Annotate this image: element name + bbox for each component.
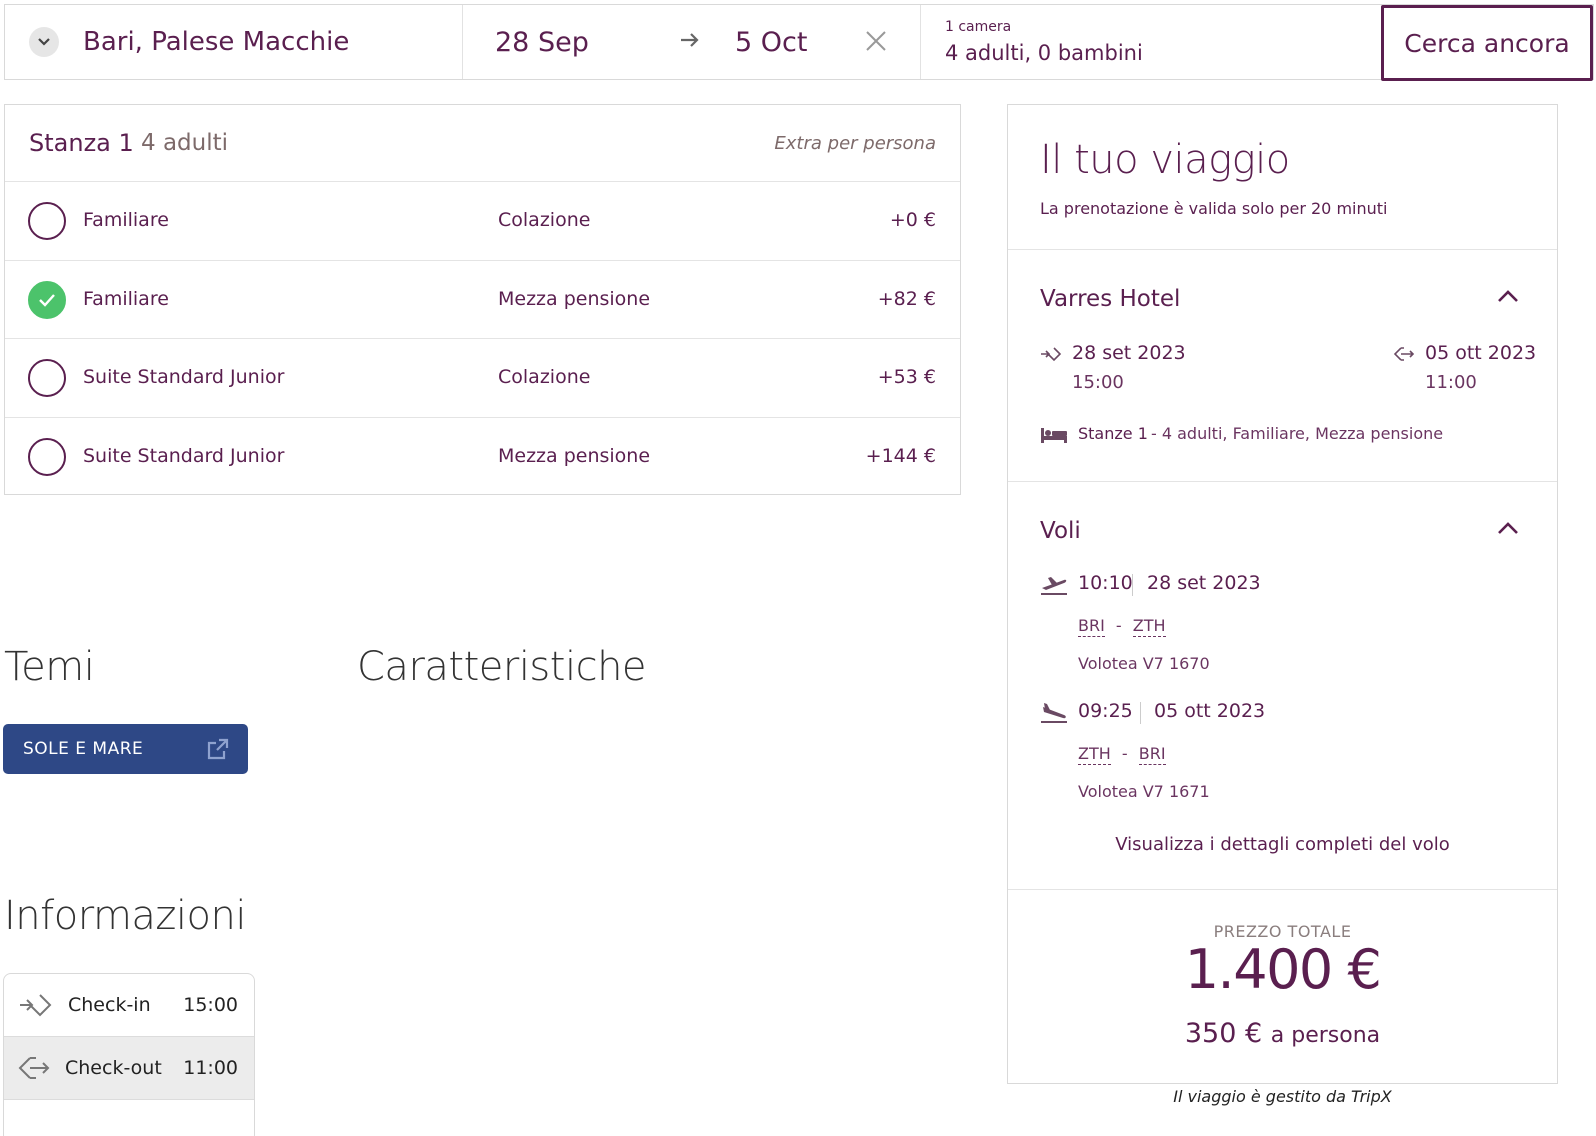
board-type: Mezza pensione	[498, 444, 651, 467]
board-type: Mezza pensione	[498, 287, 651, 310]
radio-button[interactable]	[28, 359, 66, 397]
divider	[1132, 574, 1133, 596]
plane-landing-icon	[1040, 702, 1068, 728]
hotel-name: Varres Hotel	[1040, 286, 1181, 312]
date-from[interactable]: 28 Sep	[495, 27, 665, 58]
hotel-rooms-label: Stanze 1	[1078, 424, 1148, 443]
room-occupants: 4 adulti	[141, 130, 229, 156]
airport-code-to[interactable]: ZTH	[1132, 616, 1166, 637]
per-person-amount: 350 €	[1184, 1018, 1263, 1049]
return-date: 05 ott 2023	[1154, 700, 1266, 722]
room-option[interactable]: Familiare Colazione +0 €	[5, 182, 960, 261]
theme-tag-button[interactable]: SOLE E MARE	[3, 724, 248, 774]
room-option[interactable]: Familiare Mezza pensione +82 €	[5, 261, 960, 339]
outbound-route: BRI - ZTH	[1078, 616, 1166, 637]
origin-value: Bari, Palese Macchie	[83, 27, 350, 57]
date-range-field[interactable]: 28 Sep 5 Oct	[463, 5, 921, 79]
option-price: +144 €	[865, 444, 936, 467]
room-type: Familiare	[83, 287, 169, 310]
hotel-checkin-time: 15:00	[1072, 372, 1124, 393]
search-again-button[interactable]: Cerca ancora	[1381, 5, 1593, 81]
check-icon	[39, 293, 55, 307]
return-time: 09:25	[1078, 700, 1133, 722]
chevron-up-icon[interactable]	[1497, 520, 1519, 539]
radio-button[interactable]	[28, 437, 66, 476]
room-type: Familiare	[83, 209, 169, 231]
external-link-icon	[206, 737, 230, 766]
option-price: +53 €	[877, 366, 936, 388]
room-title: Stanza 1	[29, 129, 134, 157]
checkout-icon	[18, 1055, 52, 1085]
trip-summary-panel: Il tuo viaggio La prenotazione è valida …	[1007, 104, 1558, 1084]
hotel-rooms-detail: - 4 adulti, Familiare, Mezza pensione	[1151, 424, 1444, 443]
extra-per-person-label: Extra per persona	[774, 133, 936, 154]
search-bar: Bari, Palese Macchie 28 Sep 5 Oct 1 came…	[4, 4, 1594, 81]
checkin-checkout-box: Check-in 15:00 Check-out 11:00	[3, 973, 255, 1136]
info-heading: Informazioni	[4, 893, 246, 939]
room-option[interactable]: Suite Standard Junior Colazione +53 €	[5, 339, 960, 418]
flight-details-link[interactable]: Visualizza i dettagli completi del volo	[1008, 834, 1557, 855]
rooms-count: 1 camera	[945, 19, 1012, 35]
per-person-suffix: a persona	[1270, 1023, 1381, 1048]
option-price: +0 €	[889, 209, 936, 231]
outbound-date: 28 set 2023	[1147, 572, 1261, 594]
checkin-icon	[18, 992, 52, 1022]
hotel-checkout-date: 05 ott 2023	[1425, 342, 1537, 364]
bed-icon	[1040, 426, 1068, 448]
chevron-down-icon[interactable]	[29, 27, 59, 57]
room-option[interactable]: Suite Standard Junior Mezza pensione +14…	[5, 418, 960, 497]
checkin-label: Check-in	[68, 994, 151, 1016]
booking-validity-note: La prenotazione è valida solo per 20 min…	[1040, 199, 1388, 218]
guests-count: 4 adulti, 0 bambini	[945, 41, 1143, 65]
arrow-right-icon	[679, 32, 715, 52]
price-section: PREZZO TOTALE 1.400 € 350 € a persona	[1008, 890, 1557, 1083]
room-options-panel: Stanza 1 4 adulti Extra per persona Fami…	[4, 104, 961, 495]
radio-button-selected[interactable]	[28, 280, 66, 319]
checkout-time: 11:00	[183, 1057, 238, 1079]
room-options-header: Stanza 1 4 adulti Extra per persona	[5, 105, 960, 182]
flights-heading: Voli	[1040, 518, 1081, 544]
hotel-section: Varres Hotel 28 set 2023 15:00 05 ott 20…	[1008, 250, 1557, 482]
divider	[1140, 702, 1141, 724]
return-route: ZTH - BRI	[1078, 744, 1166, 765]
checkin-time: 15:00	[183, 994, 238, 1016]
guests-field[interactable]: 1 camera 4 adulti, 0 bambini	[921, 5, 1381, 79]
managed-by-note: Il viaggio è gestito da TripX	[1173, 1087, 1392, 1106]
trip-title: Il tuo viaggio	[1040, 137, 1290, 183]
outbound-time: 10:10	[1078, 572, 1133, 594]
board-type: Colazione	[498, 209, 591, 231]
airport-code-from[interactable]: ZTH	[1078, 744, 1111, 765]
checkin-row: Check-in 15:00	[4, 974, 254, 1037]
features-heading: Caratteristiche	[357, 644, 647, 690]
hotel-checkout-time: 11:00	[1425, 372, 1477, 393]
price-per-person: 350 € a persona	[1008, 1018, 1557, 1049]
chevron-up-icon[interactable]	[1497, 288, 1519, 307]
board-type: Colazione	[498, 366, 591, 388]
theme-tag-label: SOLE E MARE	[23, 739, 144, 759]
airport-code-from[interactable]: BRI	[1078, 616, 1105, 637]
checkin-icon	[1040, 346, 1062, 366]
plane-takeoff-icon	[1040, 574, 1068, 600]
checkout-row: Check-out 11:00	[4, 1037, 254, 1100]
flights-section: Voli 10:10 28 set 2023 BRI - ZTH Volotea…	[1008, 482, 1557, 890]
checkout-label: Check-out	[65, 1057, 162, 1079]
outbound-carrier: Volotea V7 1670	[1078, 654, 1210, 673]
date-to[interactable]: 5 Oct	[735, 27, 807, 58]
themes-heading: Temi	[4, 644, 95, 690]
room-type: Suite Standard Junior	[83, 366, 285, 388]
room-type: Suite Standard Junior	[83, 444, 285, 467]
origin-field[interactable]: Bari, Palese Macchie	[5, 5, 463, 79]
airport-code-to[interactable]: BRI	[1138, 744, 1166, 765]
return-carrier: Volotea V7 1671	[1078, 782, 1210, 801]
option-price: +82 €	[877, 287, 936, 310]
radio-button[interactable]	[28, 202, 66, 240]
trip-header: Il tuo viaggio La prenotazione è valida …	[1008, 105, 1557, 250]
checkout-icon	[1393, 346, 1415, 366]
hotel-checkin-date: 28 set 2023	[1072, 342, 1186, 364]
total-price: 1.400 €	[1184, 938, 1382, 1001]
close-icon[interactable]	[864, 29, 890, 55]
